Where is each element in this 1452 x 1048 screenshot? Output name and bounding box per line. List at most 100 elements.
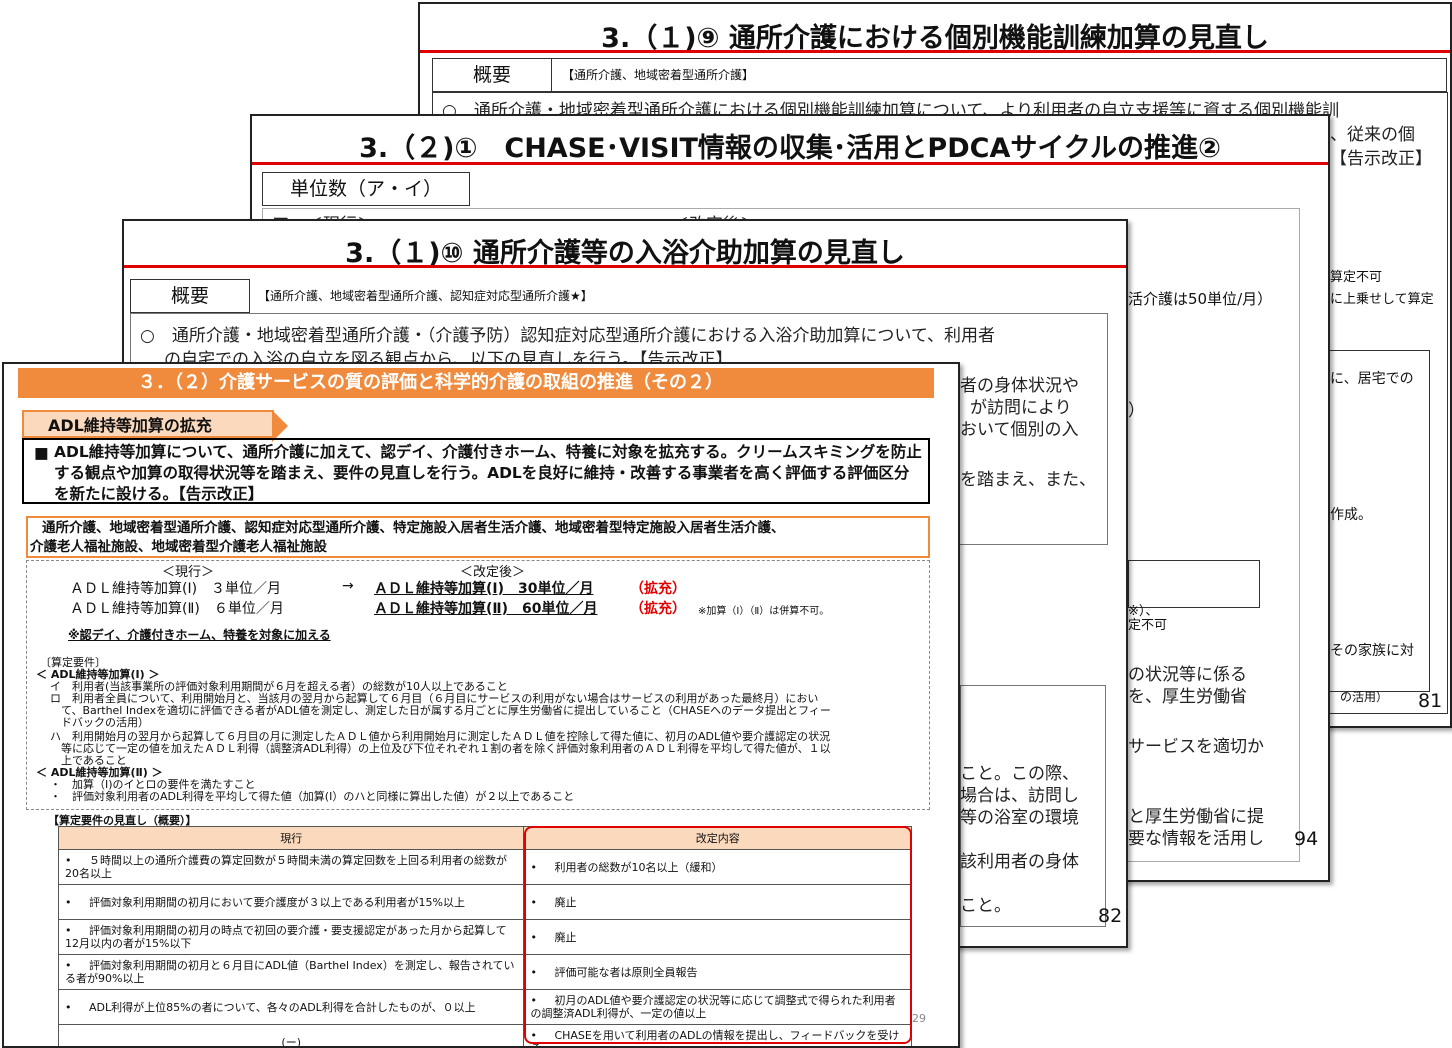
- req-item: て、Barthel Indexを適切に評価できる者がADL値を測定し、測定した日…: [50, 704, 831, 717]
- fragment: 定不可: [1128, 614, 1167, 633]
- unit-label-box: 単位数（ア・イ）: [262, 172, 470, 206]
- bullet-icon: •: [530, 966, 554, 979]
- services-line: 通所介護、地域密着型通所介護、認知症対応型通所介護、特定施設入居者生活介護、地域…: [42, 519, 924, 538]
- fragment: に上乗せして算定: [1330, 288, 1434, 307]
- col-revised-header: 改定内容: [524, 827, 912, 850]
- table-row: •評価対象利用期間の初月の時点で初回の要介護・要支援認定があった月から起算して1…: [59, 920, 912, 955]
- title-underline: [420, 50, 1450, 53]
- table-row: •評価対象利用期間の初月において要介護度が３以上である利用者が15%以上 •廃止: [59, 885, 912, 920]
- overview-label: 概要: [131, 280, 249, 312]
- col-current-header: 現行: [59, 827, 524, 850]
- expand-tag: （拡充）: [630, 598, 686, 618]
- fragment: 作成。: [1330, 504, 1372, 524]
- table-row: •評価対象利用期間の初月と６月目にADL値（Barthel Index）を測定し…: [59, 955, 912, 990]
- title-underline: [252, 162, 1328, 165]
- cell-text: 廃止: [554, 931, 576, 944]
- bullet-icon: •: [530, 931, 554, 944]
- overview-label: 概要: [433, 59, 551, 91]
- overview-label-box: 概要: [432, 58, 552, 92]
- table-row: •ADL利得が上位85%の者について、各々のADL利得を合計したものが、０以上 …: [59, 990, 912, 1025]
- fragment: を踏まえ、また、: [960, 465, 1096, 490]
- section-tag: ADL維持等加算の拡充: [22, 410, 274, 438]
- fragment: を、厚生労働省: [1128, 682, 1247, 707]
- table-header-row: 現行 改定内容: [59, 827, 912, 850]
- fragment: ）: [1128, 396, 1145, 421]
- page-number: 29: [912, 1012, 926, 1025]
- expand-note: ※認デイ、介護付きホーム、特養を対象に加える: [68, 626, 331, 643]
- cell-text: 評価可能な者は原則全員報告: [554, 966, 697, 979]
- current-cell: (ー): [59, 1025, 524, 1048]
- bullet-icon: •: [65, 1001, 89, 1014]
- current-cell: •評価対象利用期間の初月において要介護度が３以上である利用者が15%以上: [59, 885, 524, 920]
- services-line: 介護老人福祉施設、地域密着型介護老人福祉施設: [30, 538, 924, 557]
- fragment: 活介護は50単位/月）: [1128, 288, 1272, 309]
- revised-rate: ＡＤＬ維持等加算(Ⅰ) 30単位／月: [374, 578, 594, 598]
- fragment: に、居宅での: [1330, 368, 1414, 388]
- fragment: 【告示改正】: [1330, 144, 1432, 169]
- page-number: 82: [1098, 905, 1122, 927]
- summary-text: ADL維持等加算について、通所介護に加えて、認デイ、介護付きホーム、特養に対象を…: [54, 443, 922, 503]
- overview-label-box: 概要: [130, 279, 250, 313]
- fragment: 該利用者の身体: [960, 847, 1079, 872]
- slide-header: ３．（２）介護サービスの質の評価と科学的介護の取組の推進（その２）: [18, 368, 934, 398]
- slide-title: 3.（２)① CHASE･VISIT情報の収集･活用とPDCAサイクルの推進②: [252, 126, 1328, 165]
- cell-text: 利用者の総数が10名以上（緩和）: [554, 861, 722, 874]
- cell-text: 評価対象利用期間の初月において要介護度が３以上である利用者が15%以上: [89, 896, 465, 909]
- services-text: 【通所介護、地域密着型通所介護】: [550, 59, 1446, 91]
- bullet-icon: •: [65, 854, 89, 867]
- cell-text: 評価対象利用期間の初月の時点で初回の要介護・要支援認定があった月から起算して12…: [65, 924, 507, 950]
- fragment: 等の浴室の環境: [960, 803, 1079, 828]
- services-box: 通所介護、地域密着型通所介護、認知症対応型通所介護、特定施設入居者生活介護、地域…: [26, 516, 930, 558]
- table-row: (ー) •CHASEを用いて利用者のADLの情報を提出し、フィードバックを受ける: [59, 1025, 912, 1048]
- slide-adl-maintenance: ３．（２）介護サービスの質の評価と科学的介護の取組の推進（その２） ADL維持等…: [2, 362, 960, 1048]
- note: ※加算（Ⅰ）（Ⅱ）は併算不可。: [698, 602, 829, 617]
- fragment: 算定不可: [1330, 266, 1382, 285]
- req-item: ・ 評価対象利用者のADL利得を平均して得た値（加算(Ⅰ）のハと同様に算出した値…: [50, 790, 574, 803]
- fragment: 、従来の個: [1330, 120, 1415, 145]
- fragment: 要な情報を活用し: [1128, 824, 1264, 849]
- expand-tag: （拡充）: [630, 578, 686, 598]
- revised-cell: •利用者の総数が10名以上（緩和）: [524, 850, 912, 885]
- fragment: その家族に対: [1330, 640, 1414, 660]
- current-rate: ＡＤＬ維持等加算(Ⅱ) ６単位／月: [70, 598, 284, 618]
- bullet-icon: •: [65, 959, 89, 972]
- current-cell: •評価対象利用期間の初月と６月目にADL値（Barthel Index）を測定し…: [59, 955, 524, 990]
- cell-text: ５時間以上の通所介護費の算定回数が５時間未満の算定回数を上回る利用者の総数が20…: [65, 854, 507, 880]
- bullet-icon: •: [65, 896, 89, 909]
- cell-text: 評価対象利用期間の初月と６月目にADL値（Barthel Index）を測定し、…: [65, 959, 515, 985]
- cell-text: CHASEを用いて利用者のADLの情報を提出し、フィードバックを受ける: [530, 1029, 899, 1048]
- fragment: サービスを適切か: [1128, 732, 1264, 757]
- revised-cell: •CHASEを用いて利用者のADLの情報を提出し、フィードバックを受ける: [524, 1025, 912, 1048]
- cell-text: 初月のADL値や要介護認定の状況等に応じて調整式で得られた利用者の調整済ADL利…: [530, 994, 895, 1020]
- services-box: 【通所介護、地域密着型通所介護】: [550, 58, 1447, 92]
- arrow-icon: →: [342, 578, 354, 594]
- bullet-icon: •: [65, 924, 89, 937]
- cell-text: ADL利得が上位85%の者について、各々のADL利得を合計したものが、０以上: [89, 1001, 476, 1014]
- req-item: ドバックの活用）: [50, 716, 149, 729]
- page-number: 94: [1294, 828, 1318, 850]
- cell-text: (ー): [281, 1036, 301, 1048]
- fragment: こと。: [960, 891, 1011, 916]
- bullet-icon: •: [530, 861, 554, 874]
- bullet-icon: •: [530, 1029, 554, 1042]
- summary-box: ■ ADL維持等加算について、通所介護に加えて、認デイ、介護付きホーム、特養に対…: [22, 438, 930, 504]
- unit-label: 単位数（ア・イ）: [263, 173, 469, 205]
- revised-rate: ＡＤＬ維持等加算(Ⅱ) 60単位／月: [374, 598, 598, 618]
- revised-cell: •廃止: [524, 885, 912, 920]
- bullet-icon: •: [530, 896, 554, 909]
- fragment: おいて個別の入: [960, 415, 1079, 440]
- fragment: の活用）: [1340, 688, 1388, 705]
- revised-cell: •評価可能な者は原則全員報告: [524, 955, 912, 990]
- revised-cell: •廃止: [524, 920, 912, 955]
- requirements-table: 現行 改定内容 •５時間以上の通所介護費の算定回数が５時間未満の算定回数を上回る…: [58, 826, 912, 1048]
- bullet-icon: •: [530, 994, 554, 1007]
- current-cell: •ADL利得が上位85%の者について、各々のADL利得を合計したものが、０以上: [59, 990, 524, 1025]
- square-bullet-icon: ■: [34, 443, 49, 464]
- cell-text: 廃止: [554, 896, 576, 909]
- services-text: 【通所介護、地域密着型通所介護、認知症対応型通所介護★】: [258, 287, 593, 304]
- revised-cell: •初月のADL値や要介護認定の状況等に応じて調整式で得られた利用者の調整済ADL…: [524, 990, 912, 1025]
- table-row: •５時間以上の通所介護費の算定回数が５時間未満の算定回数を上回る利用者の総数が2…: [59, 850, 912, 885]
- page-number: 81: [1418, 690, 1442, 712]
- overview-text: ○ 通所介護・地域密着型通所介護・（介護予防）認知症対応型通所介護における入浴介…: [140, 321, 995, 346]
- req-item: 等に応じて一定の値を加えたＡＤＬ利得（調整済ADL利得）の上位及び下位それぞれ１…: [50, 742, 831, 755]
